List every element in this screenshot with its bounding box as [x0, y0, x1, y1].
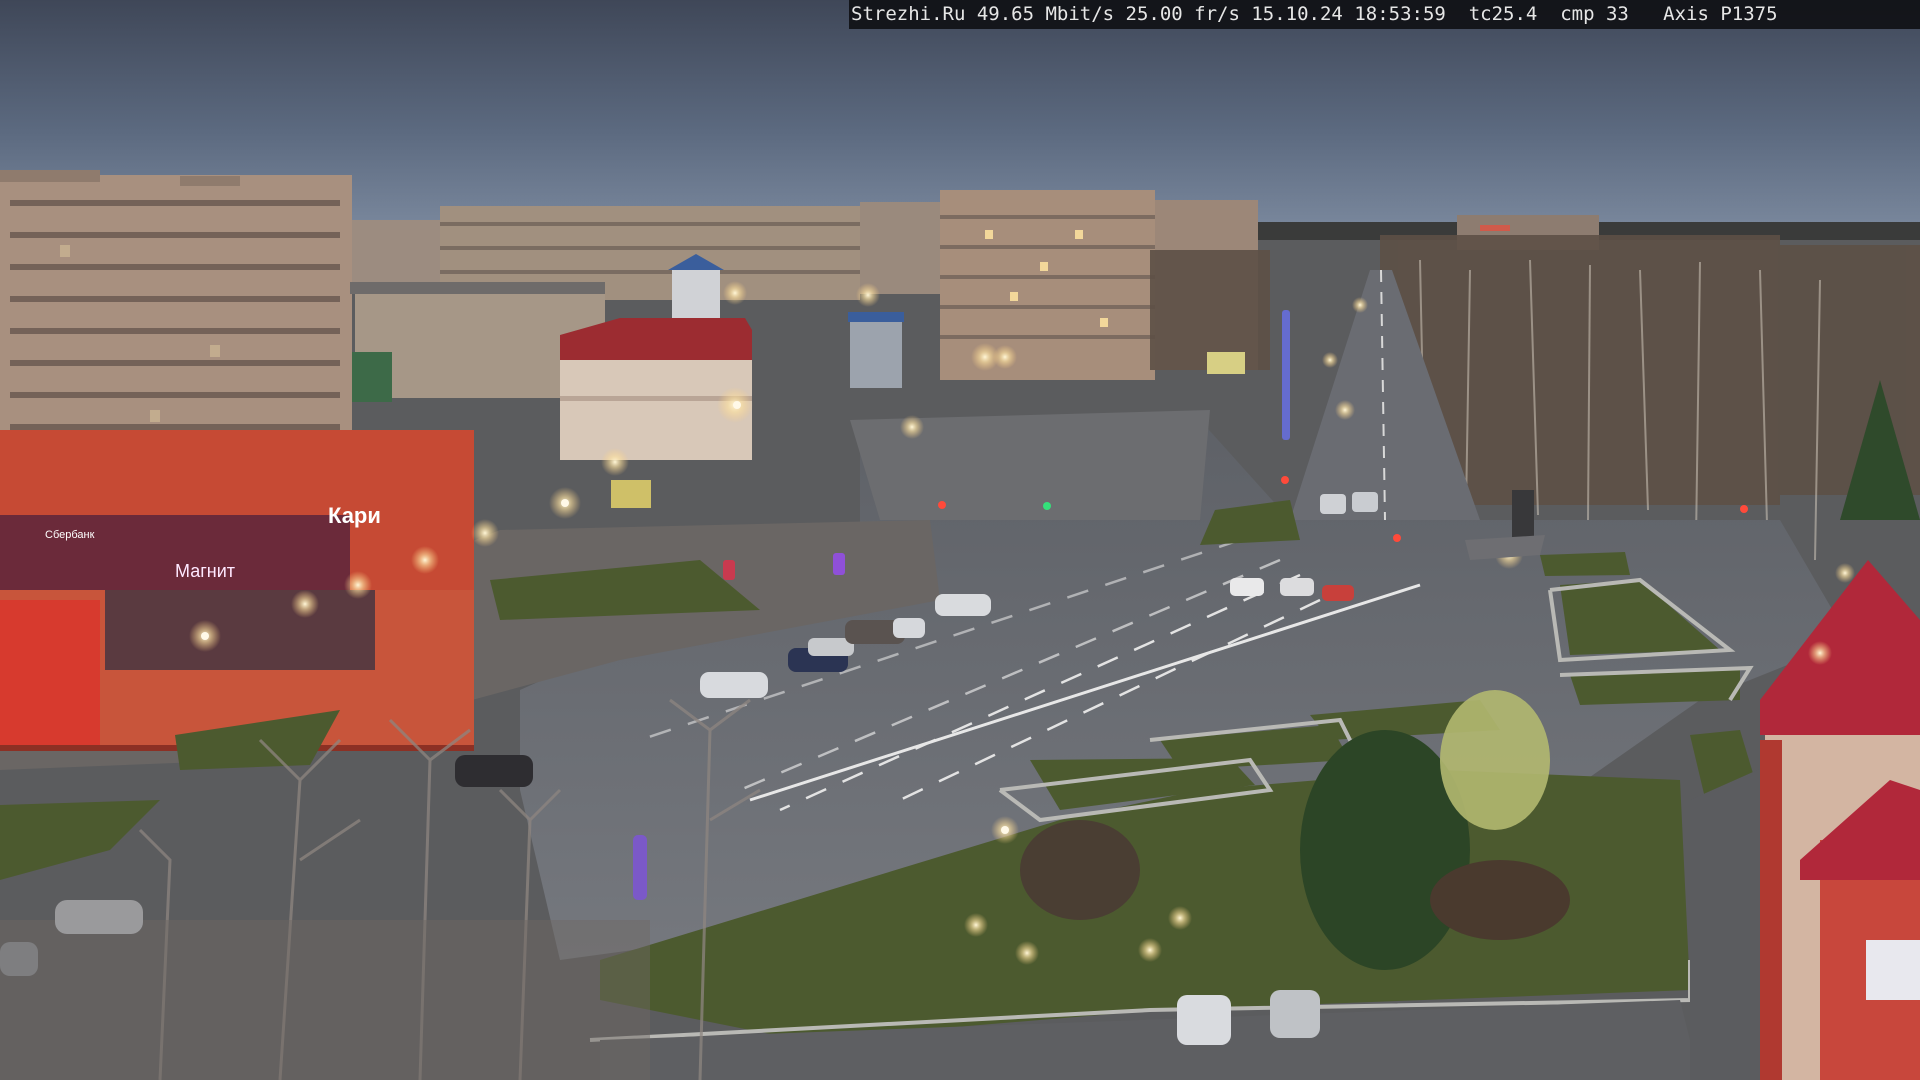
store-sign-main: Кари: [328, 503, 381, 528]
bank-sign: Сбербанк: [45, 529, 95, 541]
city-street-scene: Кари Магнит Сбербанк: [0, 0, 1920, 1080]
shopping-center: [0, 430, 474, 751]
store-sign-left: Магнит: [175, 561, 235, 581]
camera-overlay-text: Strezhi.Ru 49.65 Mbit/s 25.00 fr/s 15.10…: [849, 0, 1920, 29]
festive-light-post: [633, 835, 647, 900]
red-roof-building: [560, 318, 752, 460]
